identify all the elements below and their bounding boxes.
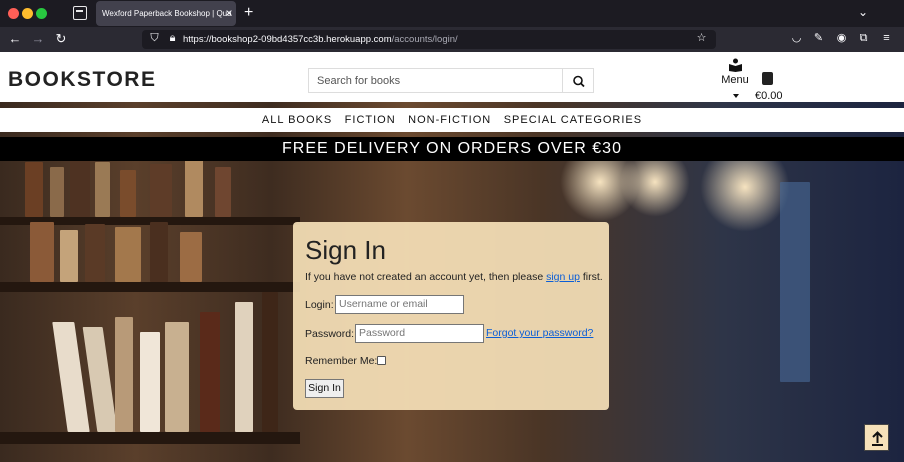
login-input[interactable]: Username or email [335,295,464,314]
back-to-top-button[interactable] [864,424,889,451]
tab-title: Wexford Paperback Bookshop | Qua [102,9,232,18]
signin-intro: If you have not created an account yet, … [305,271,603,283]
search-icon [573,75,585,88]
nav-non-fiction[interactable]: NON-FICTION [408,108,491,132]
reload-icon[interactable]: ↻ [53,31,69,47]
search-placeholder: Search for books [317,75,401,87]
password-placeholder: Password [359,327,406,339]
minimize-window-button[interactable] [22,8,33,19]
forgot-password-link[interactable]: Forgot your password? [486,327,593,339]
new-tab-button[interactable]: + [244,3,253,23]
bookmark-star-icon[interactable]: ☆ [695,32,708,45]
lock-icon[interactable]: 🔒︎ [166,32,179,45]
menu-dropdown-button[interactable]: Menu [718,58,752,102]
url-text[interactable]: https://bookshop2-09bd4357cc3b.herokuapp… [183,33,458,46]
search-input[interactable]: Search for books [308,68,563,93]
web-page: BOOKSTORE Search for books Menu €0.00 AL… [0,52,904,462]
book-reader-icon [729,58,742,72]
forward-arrow-icon[interactable]: → [30,31,46,47]
url-host: https://bookshop2-09bd4357cc3b.herokuapp… [183,34,392,45]
caret-down-icon [733,94,739,98]
tab-list-icon[interactable] [73,6,87,20]
remember-me-label: Remember Me: [305,355,378,367]
url-path: /accounts/login/ [391,34,458,45]
search-button[interactable] [562,68,594,93]
arrow-up-icon [872,431,883,446]
delivery-banner: FREE DELIVERY ON ORDERS OVER €30 [0,137,904,161]
browser-tab[interactable]: Wexford Paperback Bookshop | Qua [96,1,236,26]
signin-title: Sign In [305,235,386,265]
remember-me-checkbox[interactable] [377,356,386,365]
site-header: BOOKSTORE Search for books Menu €0.00 [0,52,904,102]
signup-link[interactable]: sign up [546,271,580,283]
hamburger-menu-icon[interactable]: ≡ [880,32,893,45]
signin-button[interactable]: Sign In [305,379,344,398]
intro-text-after: first. [579,271,603,283]
login-placeholder: Username or email [339,298,428,310]
chevron-down-icon[interactable]: ⌄ [858,5,868,19]
pocket-icon[interactable]: ◡ [790,32,803,45]
password-input[interactable]: Password [355,324,484,343]
browser-tab-bar: Wexford Paperback Bookshop | Qua × + ⌄ [0,0,904,27]
password-label: Password: [305,328,355,340]
intro-text-before: If you have not created an account yet, … [305,271,547,283]
back-arrow-icon[interactable]: ← [7,31,23,47]
account-icon[interactable]: ◉ [835,32,848,45]
site-logo[interactable]: BOOKSTORE [8,68,156,92]
nav-fiction[interactable]: FICTION [345,108,396,132]
main-navigation: ALL BOOKS FICTION NON-FICTION SPECIAL CA… [0,108,904,132]
extensions-icon[interactable]: ⧉ [857,32,870,45]
signin-card: Sign In If you have not created an accou… [293,222,609,410]
nav-special-categories[interactable]: SPECIAL CATEGORIES [504,108,642,132]
maximize-window-button[interactable] [36,8,47,19]
shield-icon[interactable]: ⛉ [148,32,161,45]
login-label: Login: [305,299,334,311]
menu-label: Menu [721,74,749,86]
shopping-bag-icon[interactable] [762,72,773,85]
nav-all-books[interactable]: ALL BOOKS [262,108,332,132]
close-window-button[interactable] [8,8,19,19]
wrench-icon[interactable]: ✎ [812,32,825,45]
cart-total[interactable]: €0.00 [755,90,783,102]
tab-close-icon[interactable]: × [222,1,236,26]
